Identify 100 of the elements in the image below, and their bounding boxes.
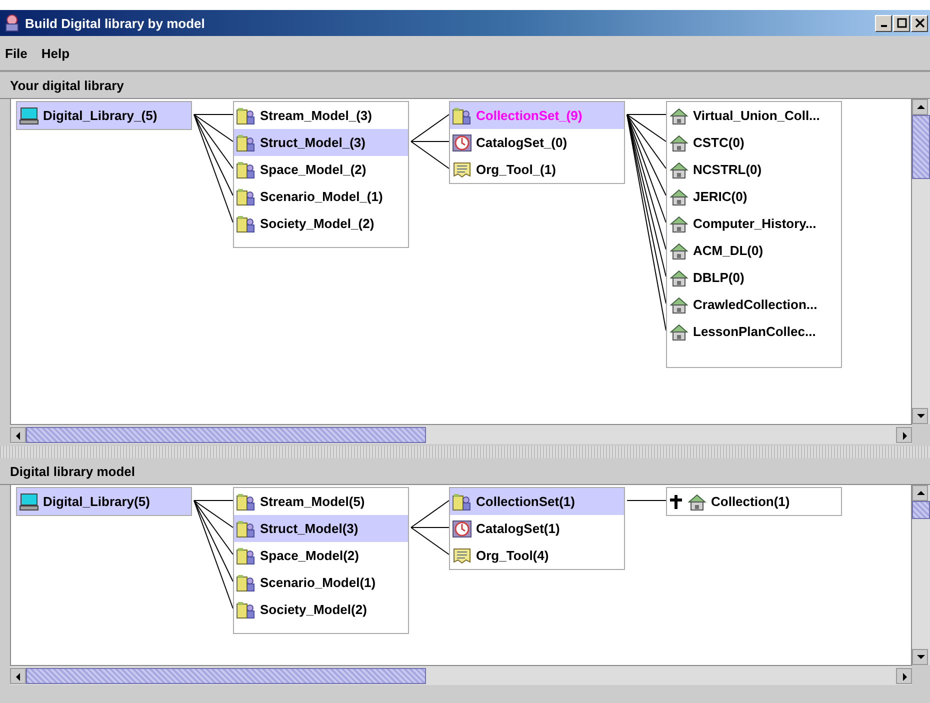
node-label: Struct_Model_(3) <box>260 135 366 150</box>
scroll-left-button[interactable] <box>10 668 26 684</box>
folder-icon <box>452 106 472 124</box>
node-label: Scenario_Model(1) <box>260 575 376 590</box>
horizontal-scrollbar[interactable] <box>10 424 912 444</box>
folder-icon <box>236 492 256 510</box>
node-label: LessonPlanCollec... <box>693 324 816 339</box>
tree-node[interactable]: Scenario_Model(1) <box>234 569 408 596</box>
window-title: Build Digital library by model <box>25 16 205 30</box>
folder-icon <box>236 574 256 592</box>
tree-node[interactable]: Org_Tool(4) <box>450 542 624 569</box>
tree-node[interactable]: Society_Model(2) <box>234 596 408 623</box>
tree-node[interactable]: Digital_Library(5) <box>17 488 191 515</box>
tree-node[interactable]: CSTC(0) <box>667 129 841 156</box>
tree-node[interactable]: Scenario_Model_(1) <box>234 183 408 210</box>
folder-icon <box>236 134 256 152</box>
tree-node[interactable]: Space_Model_(2) <box>234 156 408 183</box>
folder-icon <box>236 106 256 124</box>
house-icon <box>669 188 689 206</box>
folder-icon <box>236 214 256 232</box>
tree-node[interactable]: Digital_Library_(5) <box>17 102 191 129</box>
node-label: CatalogSet_(0) <box>476 135 568 150</box>
folder-icon <box>452 492 472 510</box>
tree-node[interactable]: CollectionSet(1) <box>450 488 624 515</box>
tree-node[interactable]: DBLP(0) <box>667 264 841 291</box>
panel-title: Digital library model <box>10 464 135 478</box>
tree-node[interactable]: Stream_Model(5) <box>234 488 408 515</box>
house-icon <box>669 214 689 232</box>
scroll-up-button[interactable] <box>912 99 928 115</box>
tree-node[interactable]: Virtual_Union_Coll... <box>667 102 841 129</box>
node-label: Org_Tool(4) <box>476 548 549 563</box>
tree-node[interactable]: Org_Tool_(1) <box>450 156 624 183</box>
house-icon <box>669 134 689 152</box>
node-label: NCSTRL(0) <box>693 162 762 177</box>
house-icon <box>687 492 707 510</box>
node-label: Scenario_Model_(1) <box>260 189 383 204</box>
maximize-button[interactable] <box>893 14 910 32</box>
tree-node[interactable]: ACM_DL(0) <box>667 237 841 264</box>
computer-icon <box>19 106 39 124</box>
close-button[interactable] <box>911 14 928 32</box>
app-icon <box>3 14 21 32</box>
house-icon <box>669 322 689 340</box>
tree-node[interactable]: LessonPlanCollec... <box>667 318 841 345</box>
node-label: Space_Model(2) <box>260 548 359 563</box>
tree-node[interactable]: NCSTRL(0) <box>667 156 841 183</box>
node-label: Org_Tool_(1) <box>476 162 556 177</box>
tree-node[interactable]: Space_Model(2) <box>234 542 408 569</box>
vertical-scrollbar[interactable] <box>911 485 930 665</box>
connector-line <box>626 500 666 501</box>
folder-icon <box>236 546 256 564</box>
scroll-icon <box>452 160 472 178</box>
scroll-thumb[interactable] <box>912 501 930 519</box>
tree-node[interactable]: CatalogSet_(0) <box>450 129 624 156</box>
tree-node[interactable]: JERIC(0) <box>667 183 841 210</box>
node-label: Digital_Library_(5) <box>43 108 158 123</box>
scroll-down-button[interactable] <box>912 408 928 424</box>
tree-node[interactable]: Struct_Model(3) <box>234 515 408 542</box>
expand-icon[interactable] <box>669 494 683 510</box>
minimize-button[interactable] <box>875 14 892 32</box>
scroll-thumb[interactable] <box>26 426 426 442</box>
house-icon <box>669 160 689 178</box>
house-icon <box>669 296 689 314</box>
node-label: Society_Model_(2) <box>260 216 374 231</box>
scroll-thumb[interactable] <box>26 668 426 684</box>
node-label: Stream_Model(5) <box>260 494 365 509</box>
tree-node[interactable]: Society_Model_(2) <box>234 210 408 237</box>
node-label: Computer_History... <box>693 216 816 231</box>
minimize-icon <box>880 25 886 27</box>
node-label: ACM_DL(0) <box>693 243 764 258</box>
folder-icon <box>236 520 256 538</box>
node-label: JERIC(0) <box>693 189 748 204</box>
node-label: Struct_Model(3) <box>260 521 358 536</box>
node-label: CrawledCollection... <box>693 297 818 312</box>
scroll-left-button[interactable] <box>10 426 26 442</box>
scroll-down-button[interactable] <box>912 649 928 665</box>
menu-item[interactable]: File <box>5 46 28 60</box>
scroll-icon <box>452 546 472 564</box>
house-icon <box>669 106 689 124</box>
scroll-right-button[interactable] <box>896 426 912 442</box>
folder-icon <box>236 188 256 206</box>
tree-node[interactable]: Computer_History... <box>667 210 841 237</box>
vertical-scrollbar[interactable] <box>911 99 930 424</box>
tree-node[interactable]: CatalogSet(1) <box>450 515 624 542</box>
scroll-right-button[interactable] <box>896 668 912 684</box>
node-label: Society_Model(2) <box>260 602 367 617</box>
scroll-up-button[interactable] <box>912 485 928 501</box>
tree-node[interactable]: CrawledCollection... <box>667 291 841 318</box>
scroll-thumb[interactable] <box>912 115 930 179</box>
menu-item[interactable]: Help <box>41 46 70 60</box>
folder-icon <box>236 160 256 178</box>
maximize-icon <box>896 18 906 28</box>
node-label: DBLP(0) <box>693 270 744 285</box>
folder-icon <box>236 600 256 618</box>
tree-node[interactable]: Struct_Model_(3) <box>234 129 408 156</box>
panel-title: Your digital library <box>10 78 124 92</box>
tree-node[interactable]: Stream_Model_(3) <box>234 102 408 129</box>
tree-node[interactable]: Collection(1) <box>667 488 841 515</box>
horizontal-scrollbar[interactable] <box>10 665 912 685</box>
node-label: Stream_Model_(3) <box>260 108 372 123</box>
node-label: Space_Model_(2) <box>260 162 366 177</box>
